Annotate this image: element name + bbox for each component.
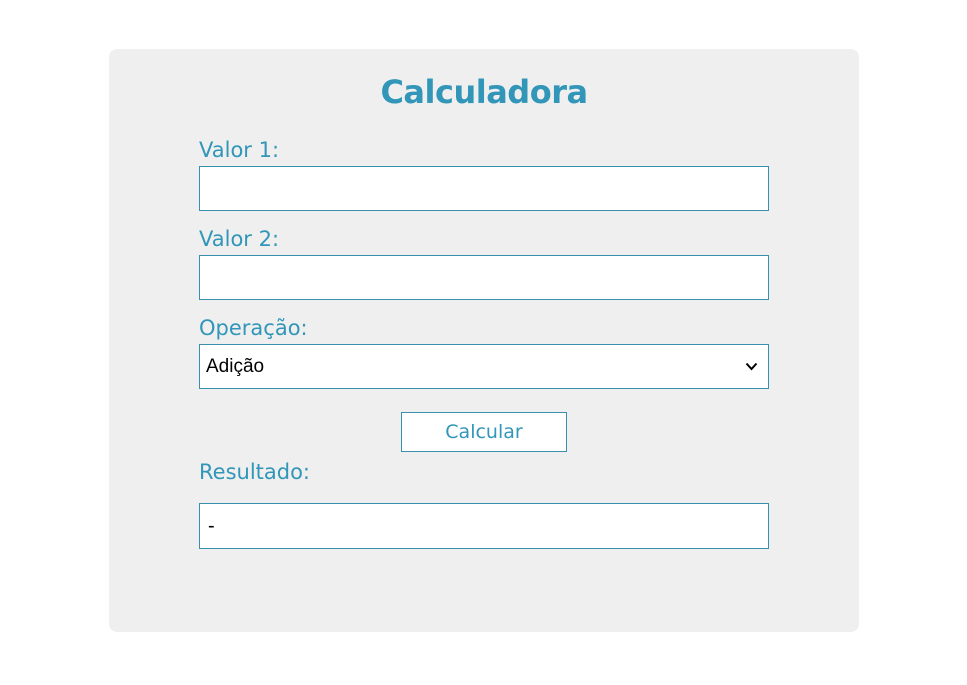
operation-label: Operação: bbox=[199, 316, 308, 340]
calculator-card: Calculadora Valor 1: Valor 2: Operação: … bbox=[109, 49, 859, 632]
calculate-button[interactable]: Calcular bbox=[401, 412, 567, 452]
value2-label: Valor 2: bbox=[199, 227, 280, 251]
operation-select[interactable]: Adição bbox=[199, 344, 769, 389]
operation-selected-value: Adição bbox=[206, 355, 265, 377]
value1-label: Valor 1: bbox=[199, 138, 280, 162]
value1-input[interactable] bbox=[199, 166, 769, 211]
result-label: Resultado: bbox=[199, 460, 311, 484]
value2-input[interactable] bbox=[199, 255, 769, 300]
result-field: - bbox=[199, 503, 769, 549]
chevron-down-icon bbox=[745, 362, 758, 371]
page-title: Calculadora bbox=[380, 73, 588, 111]
